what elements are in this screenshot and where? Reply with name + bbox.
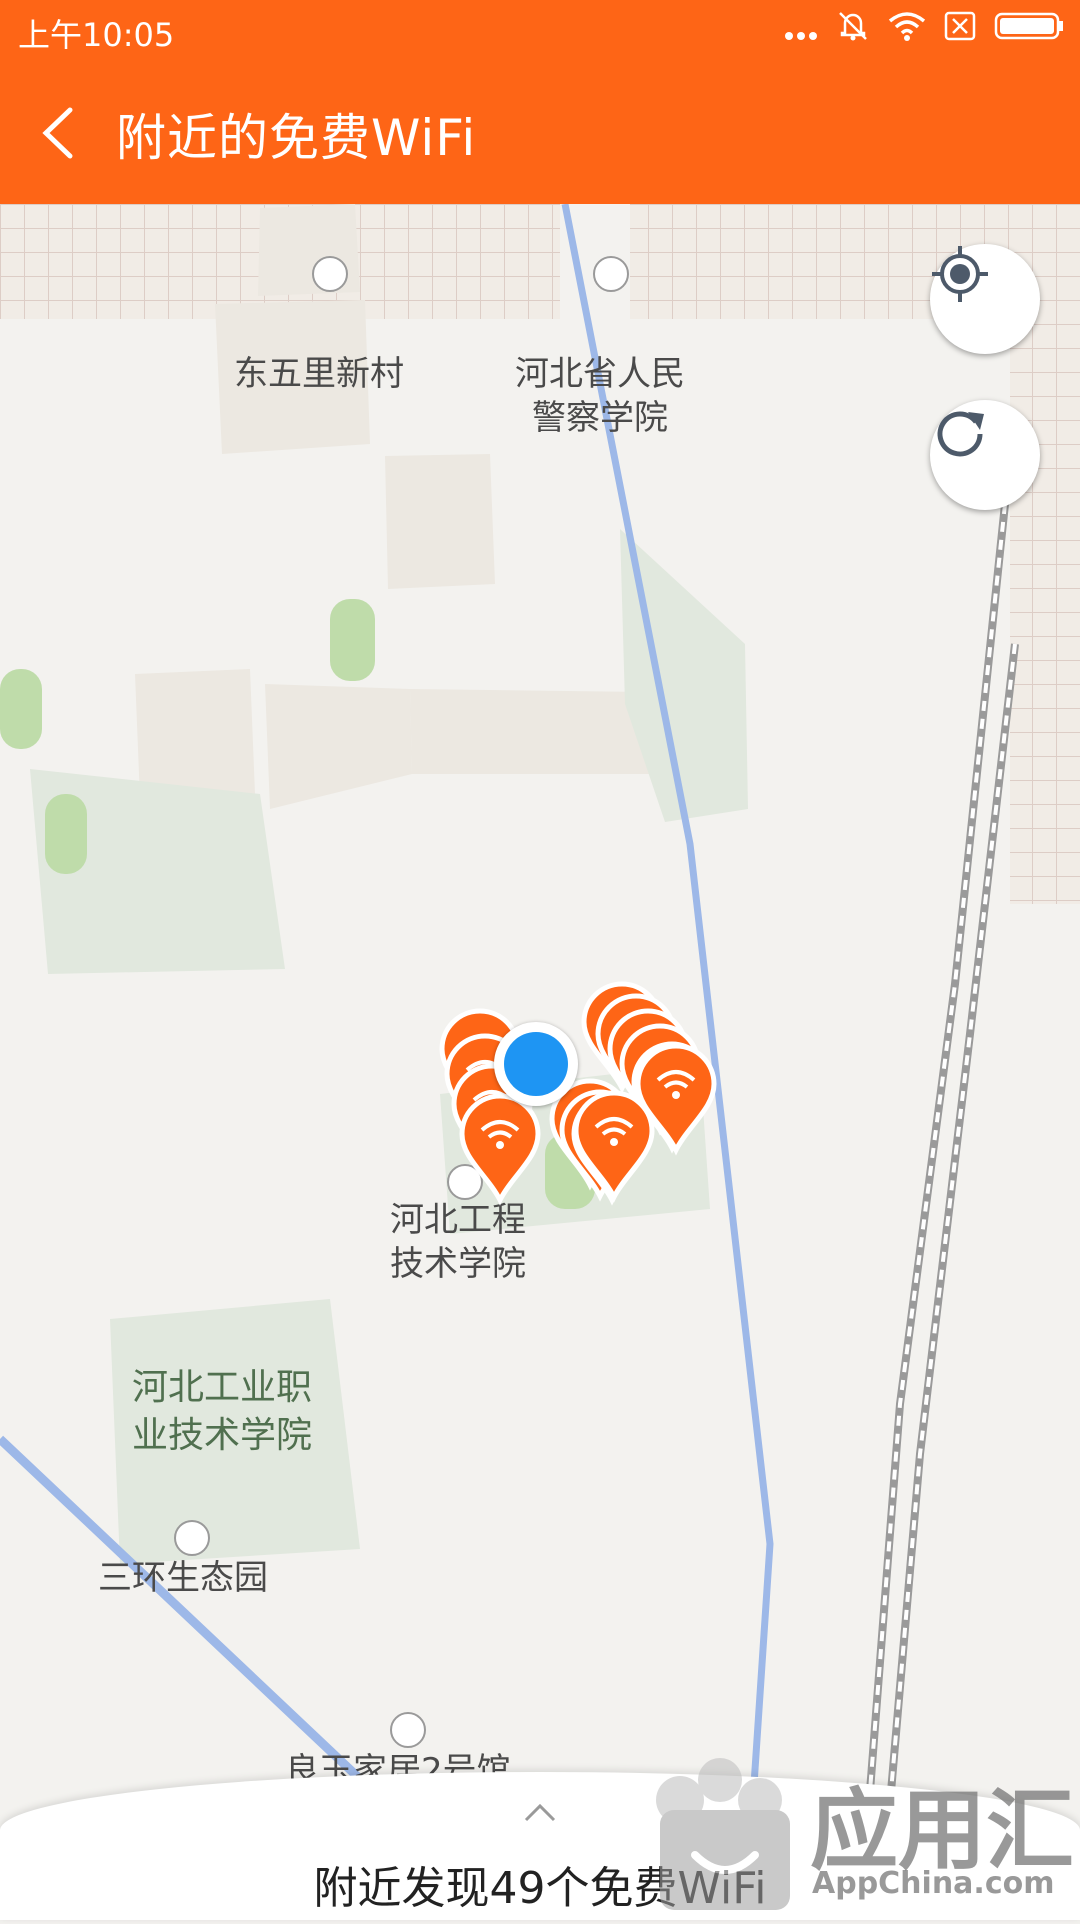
map-view[interactable]: 东五里新村 河北省人民 警察学院 河北工程 技术学院 河北工业职 业技术学院 三… — [0, 204, 1080, 1920]
watermark-site: AppChina.com — [812, 1866, 1055, 1901]
wifi-icon — [888, 11, 926, 49]
title-bar: 附近的免费WiFi — [0, 58, 1080, 204]
status-time: 上午10:05 — [18, 16, 175, 54]
user-location-dot — [494, 1022, 578, 1106]
crosshair-icon — [932, 246, 988, 302]
battery-icon — [994, 11, 1064, 49]
sim-off-icon — [944, 11, 976, 49]
chevron-up-icon[interactable] — [522, 1800, 558, 1824]
refresh-button[interactable] — [930, 400, 1040, 510]
locate-button[interactable] — [930, 244, 1040, 354]
back-button[interactable] — [30, 98, 90, 168]
wifi-pin-icon[interactable] — [462, 1096, 538, 1200]
chevron-left-icon — [42, 107, 73, 159]
status-icons — [784, 10, 1064, 50]
mute-icon — [836, 9, 870, 51]
more-dots-icon — [784, 11, 818, 49]
status-bar: 上午10:05 — [0, 0, 1080, 58]
refresh-icon — [937, 411, 984, 457]
page-title: 附近的免费WiFi — [116, 109, 477, 167]
